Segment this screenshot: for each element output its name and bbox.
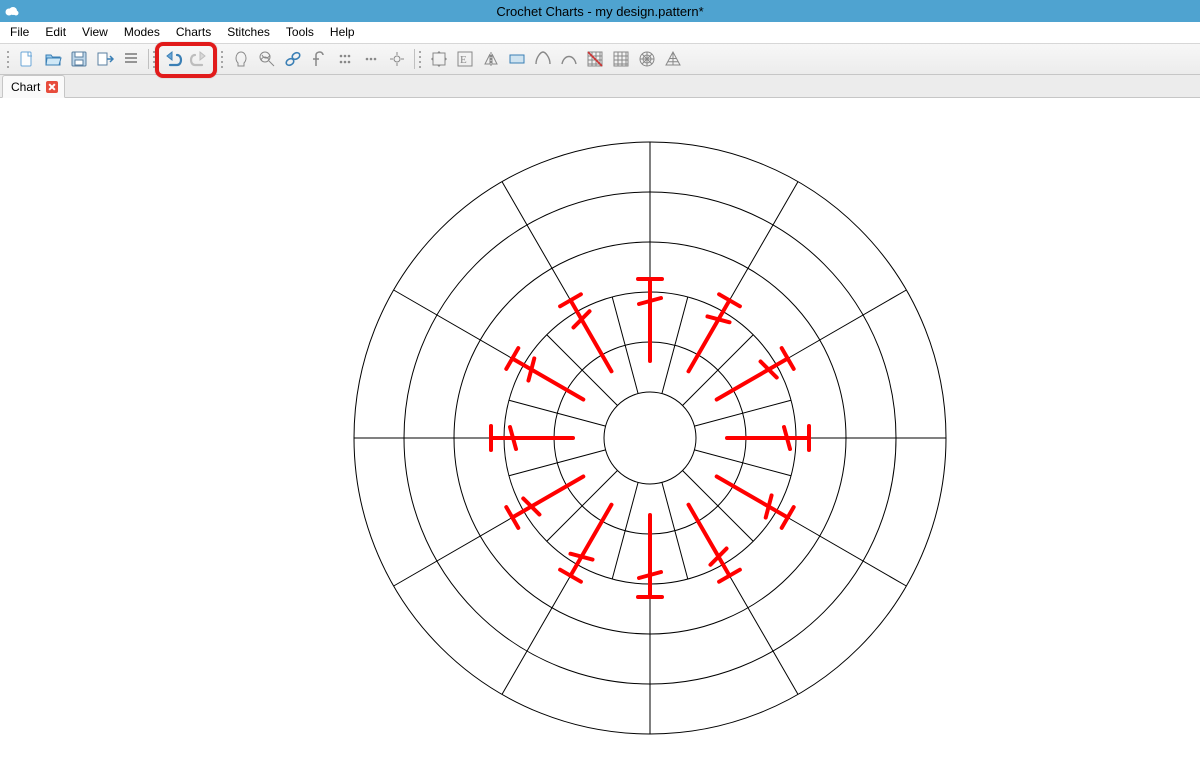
tool-dots1-button[interactable] — [333, 47, 357, 71]
canvas[interactable] — [0, 98, 1200, 767]
menu-file[interactable]: File — [2, 23, 37, 41]
obj-rosette-button[interactable] — [635, 47, 659, 71]
toolbar-grip[interactable] — [6, 49, 12, 69]
obj-mirror-button[interactable] — [479, 47, 503, 71]
save-file-button[interactable] — [67, 47, 91, 71]
tabbar: Chart — [0, 75, 1200, 98]
close-icon[interactable] — [46, 81, 58, 93]
export-button[interactable] — [93, 47, 117, 71]
list-button[interactable] — [119, 47, 143, 71]
obj-move-button[interactable] — [427, 47, 451, 71]
toolbar-separator — [144, 47, 150, 71]
toolbar-grip[interactable] — [152, 49, 158, 69]
menu-stitches[interactable]: Stitches — [219, 23, 278, 41]
toolbar-separator — [410, 47, 416, 71]
toolbar: E — [0, 43, 1200, 75]
obj-curve2-button[interactable] — [557, 47, 581, 71]
titlebar: Crochet Charts - my design.pattern* — [0, 0, 1200, 22]
menu-modes[interactable]: Modes — [116, 23, 168, 41]
app-icon — [4, 3, 20, 19]
tool-select-button[interactable] — [229, 47, 253, 71]
tool-dots2-button[interactable] — [359, 47, 383, 71]
menu-tools[interactable]: Tools — [278, 23, 322, 41]
menu-view[interactable]: View — [74, 23, 116, 41]
tab-label: Chart — [11, 80, 40, 94]
obj-scale-button[interactable]: E — [453, 47, 477, 71]
obj-curve1-button[interactable] — [531, 47, 555, 71]
tool-cursor-button[interactable] — [385, 47, 409, 71]
menu-help[interactable]: Help — [322, 23, 363, 41]
redo-button[interactable] — [187, 47, 211, 71]
pattern-chart — [0, 98, 1200, 767]
toolbar-grip[interactable] — [418, 49, 424, 69]
obj-triangle-button[interactable] — [661, 47, 685, 71]
toolbar-grip[interactable] — [220, 49, 226, 69]
menu-edit[interactable]: Edit — [37, 23, 74, 41]
toolbar-separator — [212, 47, 218, 71]
tool-hook-button[interactable] — [307, 47, 331, 71]
menubar: File Edit View Modes Charts Stitches Too… — [0, 22, 1200, 43]
new-file-button[interactable] — [15, 47, 39, 71]
obj-rect-button[interactable] — [505, 47, 529, 71]
open-file-button[interactable] — [41, 47, 65, 71]
grid-off-button[interactable] — [583, 47, 607, 71]
window-title: Crochet Charts - my design.pattern* — [496, 4, 703, 19]
undo-button[interactable] — [161, 47, 185, 71]
tool-yarn-button[interactable] — [255, 47, 279, 71]
grid-on-button[interactable] — [609, 47, 633, 71]
menu-charts[interactable]: Charts — [168, 23, 219, 41]
svg-text:E: E — [460, 54, 467, 66]
tool-chain-button[interactable] — [281, 47, 305, 71]
tab-chart[interactable]: Chart — [2, 75, 65, 98]
